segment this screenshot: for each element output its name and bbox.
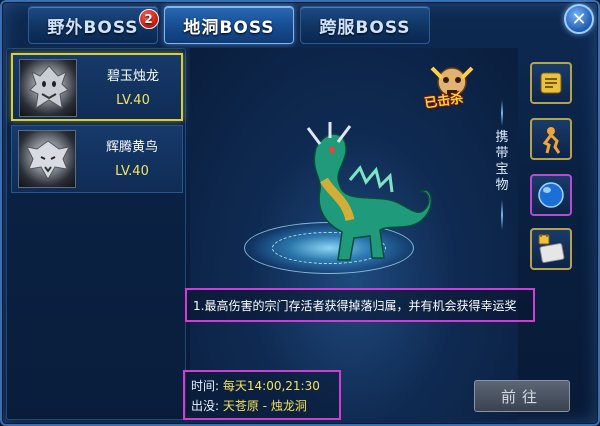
scroll-icon bbox=[540, 72, 562, 94]
treasure-slot[interactable] bbox=[530, 228, 572, 270]
boss-list-item[interactable]: 碧玉烛龙 LV.40 bbox=[11, 53, 183, 121]
tab-cross-server-boss-label: 跨服BOSS bbox=[319, 17, 411, 38]
location-value: 天苍原 - 烛龙洞 bbox=[222, 399, 307, 413]
boss-name: 碧玉烛龙 bbox=[106, 69, 159, 84]
close-button[interactable]: ✕ bbox=[564, 4, 594, 34]
location-label: 出没: bbox=[191, 399, 220, 413]
drop-rule-text: 1.最高伤害的宗门存活者获得掉落归属，并有机会获得幸运奖 bbox=[193, 298, 517, 313]
tab-cross-server-boss[interactable]: 跨服BOSS bbox=[300, 6, 430, 44]
treasure-slot[interactable] bbox=[530, 174, 572, 216]
tab-cave-boss-label: 地洞BOSS bbox=[183, 17, 275, 38]
divider bbox=[501, 200, 503, 230]
time-label: 时间: bbox=[191, 379, 220, 393]
orb-icon bbox=[538, 182, 564, 208]
boss-level: LV.40 bbox=[115, 164, 149, 179]
boss-list-item[interactable]: 辉腾黄鸟 LV.40 bbox=[11, 125, 183, 193]
carry-treasure-label: 携带宝物 bbox=[495, 130, 509, 193]
tab-cave-boss[interactable]: 地洞BOSS bbox=[164, 6, 294, 44]
boss-portrait bbox=[18, 130, 76, 188]
treasure-slot[interactable] bbox=[530, 62, 572, 104]
time-value: 每天14:00,21:30 bbox=[222, 379, 320, 393]
tab-field-boss-label: 野外BOSS bbox=[47, 17, 139, 38]
schedule-time-row: 时间: 每天14:00,21:30 bbox=[191, 376, 333, 396]
notification-badge: 2 bbox=[139, 9, 159, 29]
tab-field-boss[interactable]: 野外BOSS 2 bbox=[28, 6, 159, 44]
spawn-location-row: 出没: 天苍原 - 烛龙洞 bbox=[191, 396, 333, 416]
drop-rule-description: 1.最高伤害的宗门存活者获得掉落归属，并有机会获得幸运奖 bbox=[185, 288, 535, 322]
close-icon: ✕ bbox=[571, 8, 587, 30]
locked-item-icon bbox=[538, 234, 565, 263]
treasure-slot[interactable] bbox=[530, 118, 572, 160]
warrior-figure-icon bbox=[542, 127, 561, 154]
divider bbox=[501, 100, 503, 126]
boss-level: LV.40 bbox=[116, 93, 150, 108]
go-button[interactable]: 前往 bbox=[474, 380, 570, 412]
boss-name: 辉腾黄鸟 bbox=[105, 140, 158, 155]
boss-schedule-info: 时间: 每天14:00,21:30 出没: 天苍原 - 烛龙洞 bbox=[183, 370, 341, 420]
boss-portrait bbox=[19, 59, 77, 117]
dragon-boss-model bbox=[306, 122, 432, 261]
boss-list: 碧玉烛龙 LV.40 辉腾黄鸟 LV.40 bbox=[6, 48, 186, 420]
